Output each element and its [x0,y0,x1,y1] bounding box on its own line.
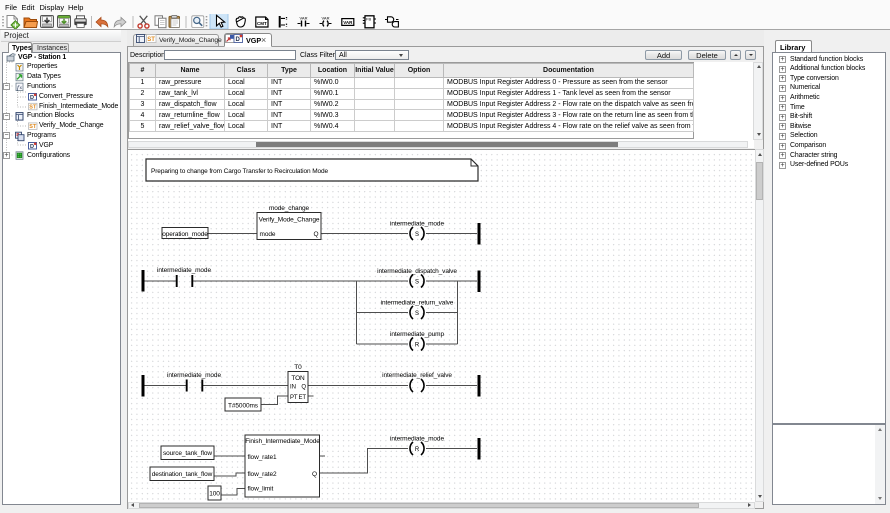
svg-text:operation_mode: operation_mode [162,231,208,238]
svg-text:D: D [236,37,241,43]
svg-text:PT: PT [290,395,298,401]
svg-text:mode: mode [260,231,276,238]
svg-text:D: D [30,144,34,150]
svg-text:intermediate_return_valve: intermediate_return_valve [381,300,454,307]
svg-text:intermediate_mode: intermediate_mode [390,436,444,443]
svg-text:flow_rate2: flow_rate2 [248,471,277,478]
svg-text:intermediate_pump: intermediate_pump [390,331,444,338]
svg-text:100: 100 [209,491,220,498]
svg-text:TON: TON [291,375,305,382]
svg-text:flow_rate1: flow_rate1 [248,454,277,461]
svg-text:VAR: VAR [322,16,330,21]
svg-text:mode_change: mode_change [269,205,310,212]
svg-text:Q: Q [314,231,319,238]
svg-text:S: S [415,280,419,286]
svg-text:R: R [415,447,420,453]
svg-text:VAR: VAR [300,16,308,21]
svg-text:S: S [415,232,419,238]
svg-text:intermediate_mode: intermediate_mode [157,267,211,274]
svg-text:flow_limit: flow_limit [248,486,274,493]
svg-text:destination_tank_flow: destination_tank_flow [152,471,213,478]
svg-text:intermediate_mode: intermediate_mode [167,372,221,379]
svg-text:ST: ST [29,124,37,130]
svg-text:IN: IN [290,385,296,391]
svg-text:FB: FB [366,16,371,21]
svg-text:ST: ST [147,37,155,43]
svg-text:T#5000ms: T#5000ms [228,403,259,410]
svg-text:T0: T0 [294,364,302,371]
svg-text:intermediate_relief_valve: intermediate_relief_valve [382,372,452,379]
svg-text:intermediate_dispatch_valve: intermediate_dispatch_valve [377,268,457,275]
svg-text:Finish_Intermediate_Mode: Finish_Intermediate_Mode [245,438,320,445]
svg-text:D: D [30,95,34,101]
svg-text:Verify_Mode_Change: Verify_Mode_Change [259,217,320,224]
svg-text:Q: Q [301,385,306,391]
svg-text:R: R [415,343,420,349]
svg-text:source_tank_flow: source_tank_flow [163,450,212,457]
svg-text:Q: Q [312,471,317,478]
svg-text:CMT: CMT [257,21,267,26]
svg-text:intermediate_mode: intermediate_mode [390,221,444,228]
svg-text:ET: ET [299,395,307,401]
svg-text:VAR: VAR [343,20,353,25]
svg-text:ST: ST [29,105,37,111]
svg-text:Preparing to change from Cargo: Preparing to change from Cargo Transfer … [151,168,329,175]
svg-text:S: S [415,311,419,317]
